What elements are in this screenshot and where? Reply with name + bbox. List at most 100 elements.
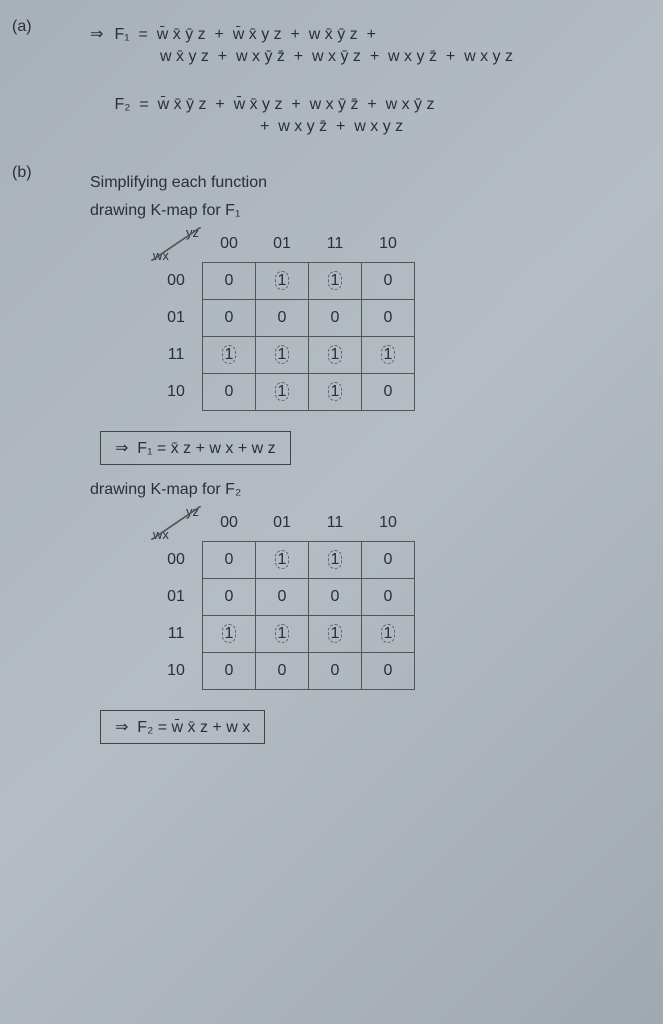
plus: + (291, 96, 300, 113)
plus: + (336, 118, 345, 135)
axis-yz: yz (186, 225, 199, 240)
kmap-cell: 0 (203, 653, 256, 690)
plus: + (294, 48, 303, 65)
equals: = (139, 26, 148, 43)
term: w x ȳ z (386, 96, 435, 113)
kmap-cell: 1 (203, 616, 256, 653)
term: w x ȳ z̄ (310, 96, 359, 113)
kmap-corner: yz wx (151, 227, 201, 261)
f2-result-box: ⇒ F₂ = w̄ x̄ z + w x (100, 710, 265, 744)
col-header: 00 (203, 226, 256, 263)
kmap-cell: 1 (256, 542, 309, 579)
f2-result: F₂ = w̄ x̄ z + w x (137, 719, 250, 736)
plus: + (291, 26, 300, 43)
term: w̄ x̄ y z (233, 26, 282, 43)
f1-result: F₁ = x̄ z + w x + w z (137, 440, 275, 457)
implies-arrow: ⇒ (90, 24, 110, 44)
row-header: 11 (150, 337, 203, 374)
kmap-cell: 0 (362, 579, 415, 616)
row-header: 10 (150, 653, 203, 690)
plus: + (446, 48, 455, 65)
col-header: 11 (309, 226, 362, 263)
kmap-f2: yzwx 00 01 11 10 00 0 1 1 0 01 0 0 0 0 1… (150, 505, 415, 690)
term: w x y z̄ (278, 118, 327, 135)
kmap-cell: 0 (309, 300, 362, 337)
term: w x̄ y z (160, 48, 209, 65)
term: w x y z (464, 48, 513, 65)
kmap-cell: 1 (309, 374, 362, 411)
col-header: 00 (203, 505, 256, 542)
kmap-cell: 0 (309, 653, 362, 690)
term: w x ȳ z̄ (236, 48, 285, 65)
kmap-cell: 0 (203, 300, 256, 337)
kmap-cell: 0 (362, 300, 415, 337)
part-b-label: (b) (12, 164, 32, 182)
col-header: 10 (362, 226, 415, 263)
kmap-cell: 1 (256, 263, 309, 300)
col-header: 01 (256, 505, 309, 542)
plus: + (215, 26, 224, 43)
kmap-cell: 1 (309, 263, 362, 300)
implies-arrow: ⇒ (115, 719, 128, 736)
row-header: 01 (150, 300, 203, 337)
col-header: 01 (256, 226, 309, 263)
term: w x ȳ z (312, 48, 361, 65)
kmap-cell: 1 (203, 337, 256, 374)
simplify-heading: Simplifying each function (90, 174, 633, 192)
row-header: 00 (150, 263, 203, 300)
kmap-cell: 0 (362, 263, 415, 300)
f2-symbol: F₂ (114, 96, 130, 113)
implies-arrow: ⇒ (115, 440, 128, 457)
kmap-cell: 0 (362, 653, 415, 690)
kmap-cell: 0 (203, 374, 256, 411)
kmap-cell: 1 (256, 374, 309, 411)
kmap-cell: 1 (256, 337, 309, 374)
term: w̄ x̄ y z (234, 96, 283, 113)
kmap-cell: 1 (256, 616, 309, 653)
draw-f2-heading: drawing K-map for F₂ (90, 481, 633, 499)
row-header: 10 (150, 374, 203, 411)
axis-wx: wx (153, 248, 169, 263)
plus: + (260, 118, 269, 135)
kmap-cell: 0 (362, 374, 415, 411)
f1-symbol: F₁ (114, 26, 129, 43)
row-header: 01 (150, 579, 203, 616)
kmap-cell: 1 (309, 337, 362, 374)
part-a-label: (a) (12, 18, 32, 36)
draw-f1-heading: drawing K-map for F₁ (90, 202, 633, 220)
term: w x y z (354, 118, 403, 135)
kmap-cell: 1 (362, 337, 415, 374)
plus: + (367, 96, 376, 113)
kmap-cell: 1 (309, 542, 362, 579)
axis-yz: yz (186, 504, 199, 519)
col-header: 10 (362, 505, 415, 542)
kmap-cell: 0 (309, 579, 362, 616)
term: w x y z̄ (388, 48, 437, 65)
kmap-cell: 0 (256, 653, 309, 690)
kmap-cell: 0 (203, 579, 256, 616)
kmap-cell: 0 (256, 300, 309, 337)
row-header: 11 (150, 616, 203, 653)
kmap-corner: yz wx (151, 506, 201, 540)
equals: = (139, 96, 148, 113)
f2-eq-line2: + w x y z̄ + w x y z (260, 118, 633, 136)
f1-result-box: ⇒ F₁ = x̄ z + w x + w z (100, 431, 291, 465)
kmap-cell: 0 (362, 542, 415, 579)
term: w x̄ ȳ z (309, 26, 358, 43)
term: w̄ x̄ ȳ z (157, 26, 206, 43)
term: w̄ x̄ ȳ z (158, 96, 207, 113)
f1-eq-line1: ⇒ F₁ = w̄ x̄ ȳ z + w̄ x̄ y z + w x̄ ȳ z … (90, 24, 633, 44)
axis-wx: wx (153, 527, 169, 542)
kmap-cell: 1 (362, 616, 415, 653)
kmap-cell: 0 (256, 579, 309, 616)
plus: + (367, 26, 376, 43)
kmap-cell: 1 (309, 616, 362, 653)
plus: + (370, 48, 379, 65)
kmap-f1: yzwx 00 01 11 10 00 0 1 1 0 01 0 0 0 0 1… (150, 226, 415, 411)
f2-eq-line1: ⇒ F₂ = w̄ x̄ ȳ z + w̄ x̄ y z + w x ȳ z̄ … (90, 94, 633, 114)
col-header: 11 (309, 505, 362, 542)
f1-eq-line2: w x̄ y z + w x ȳ z̄ + w x ȳ z + w x y z̄… (160, 48, 633, 66)
kmap-cell: 0 (203, 263, 256, 300)
plus: + (215, 96, 224, 113)
plus: + (218, 48, 227, 65)
